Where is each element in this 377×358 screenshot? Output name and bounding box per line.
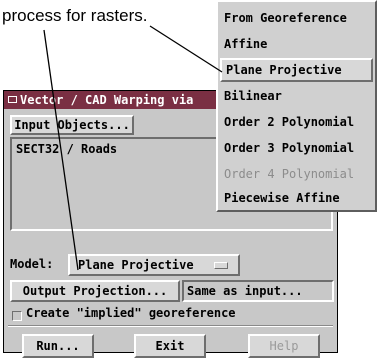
- caption-text: process for rasters.: [2, 6, 148, 25]
- menu-item-plane-projective[interactable]: Plane Projective: [220, 58, 373, 82]
- model-selected-value: Plane Projective: [78, 258, 194, 272]
- output-projection-field: Same as input...: [182, 280, 334, 302]
- menu-item-piecewise-affine[interactable]: Piecewise Affine: [220, 186, 373, 210]
- menu-item-order-4-polynomial: Order 4 Polynomial: [224, 167, 355, 181]
- model-dropdown-menu: From Georeference Affine Plane Projectiv…: [216, 0, 377, 212]
- dialog-title: Vector / CAD Warping via: [20, 93, 194, 107]
- help-button[interactable]: Help: [248, 334, 320, 358]
- callout-line: [149, 25, 223, 73]
- create-georeference-checkbox[interactable]: [12, 311, 22, 321]
- exit-button[interactable]: Exit: [134, 334, 206, 358]
- menu-item-order-3-polynomial[interactable]: Order 3 Polynomial: [220, 136, 373, 160]
- run-button[interactable]: Run...: [22, 334, 94, 358]
- menu-item-from-georeference[interactable]: From Georeference: [220, 6, 373, 30]
- create-georeference-label: Create "implied" georeference: [26, 306, 236, 320]
- model-label: Model:: [10, 257, 54, 271]
- menu-item-affine[interactable]: Affine: [220, 32, 373, 56]
- option-menu-indicator-icon: [214, 262, 228, 269]
- divider: [8, 325, 333, 327]
- menu-item-bilinear[interactable]: Bilinear: [220, 84, 373, 108]
- window-menu-icon[interactable]: [8, 96, 17, 103]
- input-objects-button[interactable]: Input Objects...: [10, 115, 134, 135]
- output-projection-button[interactable]: Output Projection...: [10, 280, 180, 302]
- model-option-menu[interactable]: Plane Projective: [68, 254, 240, 276]
- menu-item-order-2-polynomial[interactable]: Order 2 Polynomial: [220, 110, 373, 134]
